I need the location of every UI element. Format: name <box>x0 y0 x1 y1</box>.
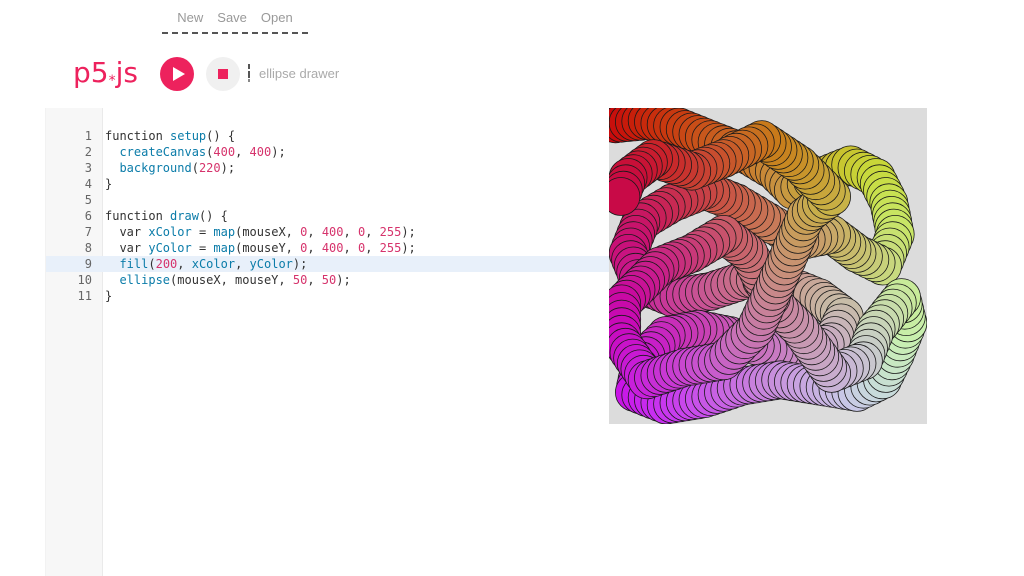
sketch-name[interactable]: ellipse drawer <box>259 66 339 81</box>
file-menu: New Save Open <box>162 10 308 34</box>
code-text: background(220); <box>119 161 236 175</box>
line-number: 7 <box>84 225 92 239</box>
code-text: function draw() { <box>105 209 228 223</box>
code-text: function setup() { <box>105 129 236 143</box>
line-number: 11 <box>77 289 92 303</box>
stop-button[interactable] <box>206 57 240 91</box>
line-number: 2 <box>84 145 92 159</box>
code-line[interactable]: 6 function draw() { <box>46 208 609 224</box>
code-line[interactable]: 3 background(220); <box>46 160 609 176</box>
code-text: var xColor = map(mouseX, 0, 400, 0, 255)… <box>105 225 416 239</box>
menu-open[interactable]: Open <box>261 10 293 25</box>
code-editor[interactable]: 1 function setup() {2 createCanvas(400, 4… <box>45 108 609 576</box>
ellipse-drawing <box>609 108 927 424</box>
sketch-canvas[interactable] <box>609 108 927 424</box>
code-text: var yColor = map(mouseY, 0, 400, 0, 255)… <box>105 241 416 255</box>
code-line[interactable]: 4} <box>46 176 609 192</box>
code-line[interactable]: 7 var xColor = map(mouseX, 0, 400, 0, 25… <box>46 224 609 240</box>
line-number: 1 <box>84 129 92 143</box>
line-number: 9 <box>84 257 92 271</box>
p5js-logo: p5*js <box>73 56 138 89</box>
code-line[interactable]: 11} <box>46 288 609 304</box>
code-text: fill(200, xColor, yColor); <box>119 257 308 271</box>
code-line[interactable]: 9 fill(200, xColor, yColor); <box>46 256 609 272</box>
play-icon <box>173 67 185 81</box>
code-line[interactable]: 5 <box>46 192 609 208</box>
play-button[interactable] <box>160 57 194 91</box>
line-number: 3 <box>84 161 92 175</box>
code-text: } <box>105 177 113 191</box>
line-number: 5 <box>84 193 92 207</box>
code-lines[interactable]: 1 function setup() {2 createCanvas(400, 4… <box>46 128 609 304</box>
code-line[interactable]: 8 var yColor = map(mouseY, 0, 400, 0, 25… <box>46 240 609 256</box>
edit-sketch-name-icon[interactable] <box>248 64 250 84</box>
code-text: createCanvas(400, 400); <box>119 145 286 159</box>
stop-icon <box>218 69 228 79</box>
menu-save[interactable]: Save <box>217 10 247 25</box>
menu-new[interactable]: New <box>177 10 203 25</box>
code-text: ellipse(mouseX, mouseY, 50, 50); <box>119 273 351 287</box>
line-number: 10 <box>77 273 92 287</box>
line-number: 4 <box>84 177 92 191</box>
code-text: } <box>105 289 113 303</box>
code-line[interactable]: 10 ellipse(mouseX, mouseY, 50, 50); <box>46 272 609 288</box>
line-number: 8 <box>84 241 92 255</box>
code-line[interactable]: 1 function setup() { <box>46 128 609 144</box>
code-line[interactable]: 2 createCanvas(400, 400); <box>46 144 609 160</box>
line-number: 6 <box>84 209 92 223</box>
